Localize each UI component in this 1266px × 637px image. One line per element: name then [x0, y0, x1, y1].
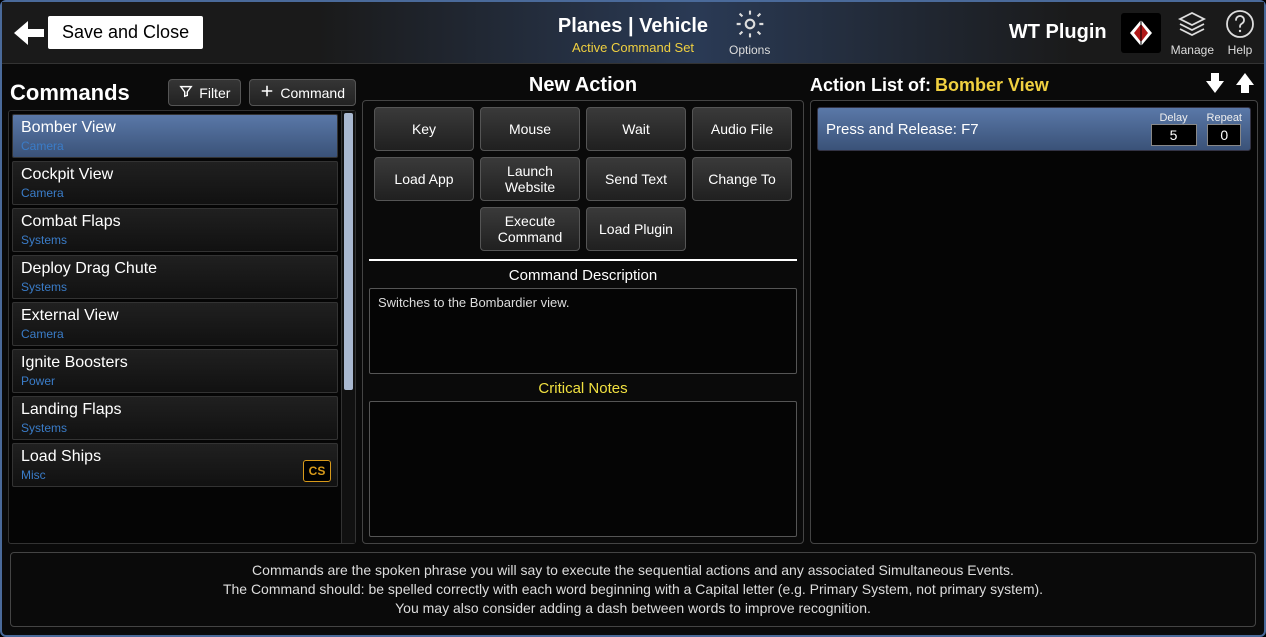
- manage-button[interactable]: Manage: [1171, 8, 1214, 57]
- command-item-category: Camera: [21, 327, 329, 341]
- commands-header: Commands Filter Command: [8, 70, 356, 106]
- move-down-button[interactable]: [1202, 71, 1228, 100]
- command-item[interactable]: Ignite Boosters Power: [12, 349, 338, 393]
- action-row-label: Press and Release: F7: [826, 121, 1141, 138]
- command-item-name: Ignite Boosters: [21, 354, 329, 372]
- new-action-body: KeyMouseWaitAudio File Load AppLaunch Web…: [362, 100, 804, 544]
- scrollbar[interactable]: [341, 111, 355, 543]
- command-list: Bomber View Camera Cockpit View Camera Comba…: [8, 110, 356, 544]
- profile-title-sub: Active Command Set: [552, 40, 714, 55]
- command-item-category: Camera: [21, 186, 329, 200]
- main-area: Commands Filter Command Bomber View Camer…: [2, 64, 1264, 548]
- repeat-label: Repeat: [1207, 112, 1242, 124]
- action-list-title-prefix: Action List of:: [810, 75, 931, 96]
- add-command-label: Command: [280, 85, 345, 101]
- scrollbar-thumb[interactable]: [344, 113, 353, 390]
- help-icon: [1224, 8, 1256, 45]
- hint-line-1: Commands are the spoken phrase you will …: [23, 561, 1243, 580]
- command-item-name: Cockpit View: [21, 166, 329, 184]
- command-item[interactable]: Landing Flaps Systems: [12, 396, 338, 440]
- command-item-name: Combat Flaps: [21, 213, 329, 231]
- manage-label: Manage: [1171, 43, 1214, 57]
- filter-button[interactable]: Filter: [168, 79, 241, 106]
- manage-icon: [1176, 8, 1208, 45]
- options-label: Options: [729, 43, 770, 57]
- command-item-category: Systems: [21, 233, 329, 247]
- delay-input[interactable]: [1151, 124, 1197, 146]
- critical-notes-label: Critical Notes: [369, 380, 797, 397]
- new-action-title: New Action: [362, 70, 804, 100]
- command-item[interactable]: Bomber View Camera: [12, 114, 338, 158]
- add-command-button[interactable]: Command: [249, 79, 356, 106]
- app-window: Save and Close Planes | Vehicle Active C…: [0, 0, 1266, 637]
- command-item-name: External View: [21, 307, 329, 325]
- action-type-button[interactable]: Key: [374, 107, 474, 151]
- command-item-name: Load Ships: [21, 448, 329, 466]
- plugin-name: WT Plugin: [1009, 21, 1107, 44]
- action-type-button[interactable]: Change To: [692, 157, 792, 201]
- command-item-name: Deploy Drag Chute: [21, 260, 329, 278]
- filter-icon: [179, 84, 193, 101]
- action-type-button[interactable]: Wait: [586, 107, 686, 151]
- action-list-header: Action List of: Bomber View: [810, 70, 1258, 100]
- back-arrow-icon[interactable]: [10, 14, 48, 52]
- action-row[interactable]: Press and Release: F7 Delay Repeat: [817, 107, 1251, 151]
- action-list-body: Press and Release: F7 Delay Repeat: [810, 100, 1258, 544]
- command-list-body: Bomber View Camera Cockpit View Camera Comba…: [9, 111, 341, 543]
- command-item[interactable]: Load Ships MiscCS: [12, 443, 338, 487]
- help-label: Help: [1228, 43, 1253, 57]
- commands-title: Commands: [8, 80, 130, 106]
- move-up-button[interactable]: [1232, 71, 1258, 100]
- command-item[interactable]: Cockpit View Camera: [12, 161, 338, 205]
- command-item[interactable]: Deploy Drag Chute Systems: [12, 255, 338, 299]
- profile-title-main: Planes | Vehicle: [552, 9, 714, 42]
- action-type-button[interactable]: Mouse: [480, 107, 580, 151]
- command-item-name: Bomber View: [21, 119, 329, 137]
- action-type-button[interactable]: Execute Command: [480, 207, 580, 251]
- command-item-category: Systems: [21, 280, 329, 294]
- commands-panel: Commands Filter Command Bomber View Camer…: [8, 70, 356, 544]
- save-and-close-button[interactable]: Save and Close: [48, 16, 203, 49]
- action-type-grid: KeyMouseWaitAudio File Load AppLaunch Web…: [369, 107, 797, 261]
- action-type-button[interactable]: Launch Website: [480, 157, 580, 201]
- gear-icon: [734, 8, 766, 45]
- hint-line-3: You may also consider adding a dash betw…: [23, 599, 1243, 618]
- delay-label: Delay: [1159, 112, 1187, 124]
- command-item-name: Landing Flaps: [21, 401, 329, 419]
- command-item-category: Misc: [21, 468, 329, 482]
- help-button[interactable]: Help: [1224, 8, 1256, 57]
- action-type-button[interactable]: Audio File: [692, 107, 792, 151]
- command-item[interactable]: External View Camera: [12, 302, 338, 346]
- options-button[interactable]: Options: [729, 8, 770, 57]
- action-type-button[interactable]: Load App: [374, 157, 474, 201]
- filter-label: Filter: [199, 85, 230, 101]
- action-type-button[interactable]: Load Plugin: [586, 207, 686, 251]
- repeat-field: Repeat: [1207, 112, 1242, 146]
- command-description-label: Command Description: [369, 267, 797, 284]
- hint-line-2: The Command should: be spelled correctly…: [23, 580, 1243, 599]
- command-item-category: Systems: [21, 421, 329, 435]
- command-description-input[interactable]: Switches to the Bombardier view.: [369, 288, 797, 374]
- command-item-category: Camera: [21, 139, 329, 153]
- action-list-panel: Action List of: Bomber View Press and Re…: [810, 70, 1258, 544]
- top-bar: Save and Close Planes | Vehicle Active C…: [2, 2, 1264, 64]
- repeat-input[interactable]: [1207, 124, 1241, 146]
- command-item-category: Power: [21, 374, 329, 388]
- action-list-title-target: Bomber View: [935, 75, 1049, 96]
- plugin-logo-icon: [1121, 13, 1161, 53]
- top-right-cluster: WT Plugin Manage: [1009, 8, 1256, 57]
- delay-field: Delay: [1151, 112, 1197, 146]
- command-item-badge: CS: [303, 460, 331, 482]
- critical-notes-input[interactable]: [369, 401, 797, 537]
- hint-panel: Commands are the spoken phrase you will …: [10, 552, 1256, 627]
- new-action-panel: New Action KeyMouseWaitAudio File Load Ap…: [362, 70, 804, 544]
- plus-icon: [260, 84, 274, 101]
- command-item[interactable]: Combat Flaps Systems: [12, 208, 338, 252]
- profile-title: Planes | Vehicle Active Command Set: [552, 9, 714, 55]
- action-type-button[interactable]: Send Text: [586, 157, 686, 201]
